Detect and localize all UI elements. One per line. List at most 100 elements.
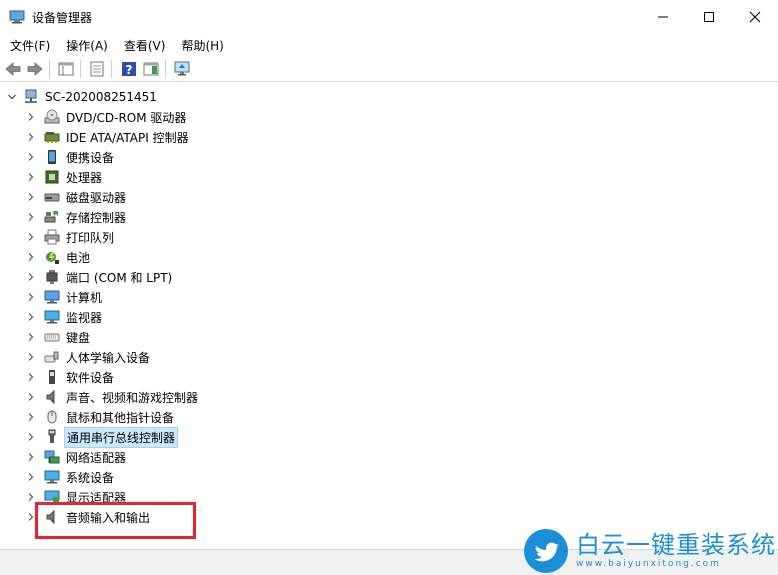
- tree-item[interactable]: DVD/CD-ROM 驱动器: [26, 107, 188, 127]
- tree-item[interactable]: 键盘: [26, 327, 92, 347]
- expand-chevron-icon[interactable]: [26, 292, 36, 302]
- computer-icon: [44, 289, 60, 305]
- tree-item[interactable]: 人体学输入设备: [26, 347, 152, 367]
- expand-chevron-icon[interactable]: [26, 212, 36, 222]
- expand-chevron-icon[interactable]: [26, 392, 36, 402]
- tree-item-label: 声音、视频和游戏控制器: [66, 390, 199, 405]
- tree-item[interactable]: 磁盘驱动器: [26, 187, 128, 207]
- tree-root-label: SC-202008251451: [45, 90, 157, 104]
- tree-root[interactable]: SC-202008251451: [7, 87, 159, 107]
- expand-chevron-icon[interactable]: [26, 132, 36, 142]
- scan-hardware-button[interactable]: [173, 60, 191, 78]
- tree-item[interactable]: 打印队列: [26, 227, 116, 247]
- toolbar-separator: [165, 60, 166, 78]
- properties-icon: [90, 61, 104, 77]
- tree-item[interactable]: 计算机: [26, 287, 104, 307]
- tree-item[interactable]: IDE ATA/ATAPI 控制器: [26, 127, 191, 147]
- menu-help[interactable]: 帮助(H): [173, 34, 231, 55]
- device-tree[interactable]: SC-202008251451 DVD/CD-ROM 驱动器 IDE ATA/AT…: [2, 84, 776, 548]
- tree-item[interactable]: 系统设备: [26, 467, 116, 487]
- tree-item[interactable]: 通用串行总线控制器: [26, 426, 179, 448]
- expand-chevron-icon[interactable]: [26, 412, 36, 422]
- menu-file[interactable]: 文件(F): [2, 34, 58, 55]
- expand-chevron-icon[interactable]: [26, 332, 36, 342]
- expand-chevron-icon[interactable]: [26, 172, 36, 182]
- bird-logo-icon: [524, 528, 568, 573]
- battery-icon: [44, 249, 60, 265]
- menu-action[interactable]: 操作(A): [58, 34, 116, 55]
- expand-chevron-icon[interactable]: [26, 352, 36, 362]
- show-hide-tree-button[interactable]: [57, 60, 75, 78]
- display-adapter-icon: [44, 489, 60, 505]
- tree-item[interactable]: 监视器: [26, 307, 104, 327]
- expand-chevron-icon[interactable]: [26, 432, 36, 442]
- toolbar-separator: [80, 60, 81, 78]
- tree-item[interactable]: 网络适配器: [26, 447, 128, 467]
- window-title: 设备管理器: [32, 11, 93, 25]
- close-button[interactable]: [732, 0, 778, 33]
- expand-chevron-icon[interactable]: [26, 252, 36, 262]
- dvd-drive-icon: [44, 109, 60, 125]
- tree-item[interactable]: 端口 (COM 和 LPT): [26, 267, 174, 287]
- expand-chevron-icon[interactable]: [26, 492, 36, 502]
- printer-icon: [44, 229, 60, 245]
- sound-icon: [44, 389, 60, 405]
- tree-item[interactable]: 音频输入和输出: [26, 507, 152, 527]
- expand-chevron-icon[interactable]: [26, 152, 36, 162]
- properties-button[interactable]: [88, 60, 106, 78]
- tree-item-label: 鼠标和其他指针设备: [66, 410, 175, 425]
- title-bar[interactable]: 设备管理器: [0, 0, 778, 33]
- network-adapter-icon: [44, 449, 60, 465]
- expand-chevron-icon[interactable]: [26, 232, 36, 242]
- usb-icon: [44, 429, 60, 445]
- tree-item-label: 系统设备: [66, 470, 115, 485]
- watermark-url: www.baiyunxitong.com: [576, 558, 721, 569]
- expand-chevron-icon[interactable]: [26, 512, 36, 522]
- toolbar-separator: [49, 60, 50, 78]
- watermark-logo: 白云一键重装系统 www.baiyunxitong.com: [522, 526, 778, 575]
- tree-item-label: 显示适配器: [66, 490, 127, 505]
- tree-item-label: 计算机: [66, 290, 103, 305]
- expand-chevron-icon[interactable]: [26, 312, 36, 322]
- collapse-chevron-icon[interactable]: [7, 92, 17, 102]
- tree-item-label: 人体学输入设备: [66, 350, 151, 365]
- tree-item[interactable]: 电池: [26, 247, 92, 267]
- tree-item-label: 监视器: [66, 310, 103, 325]
- tree-item-label: 便携设备: [66, 150, 115, 165]
- menu-view[interactable]: 查看(V): [116, 34, 174, 55]
- expand-chevron-icon[interactable]: [26, 472, 36, 482]
- help-button[interactable]: ?: [120, 60, 138, 78]
- forward-button[interactable]: [26, 60, 44, 78]
- tree-item-label: 打印队列: [66, 230, 115, 245]
- close-icon: [749, 11, 761, 22]
- maximize-button[interactable]: [686, 0, 732, 33]
- computer-network-icon: [23, 89, 39, 105]
- expand-chevron-icon[interactable]: [26, 112, 36, 122]
- watermark-brand: 白云一键重装系统: [576, 530, 776, 559]
- ide-controller-icon: [44, 129, 60, 145]
- system-device-icon: [44, 469, 60, 485]
- tree-item-label: DVD/CD-ROM 驱动器: [66, 110, 187, 125]
- tree-item[interactable]: 软件设备: [26, 367, 116, 387]
- tree-item[interactable]: 存储控制器: [26, 207, 128, 227]
- tree-item[interactable]: 处理器: [26, 167, 104, 187]
- expand-chevron-icon[interactable]: [26, 192, 36, 202]
- expand-chevron-icon[interactable]: [26, 372, 36, 382]
- minimize-button[interactable]: [640, 0, 686, 33]
- tree-item[interactable]: 声音、视频和游戏控制器: [26, 387, 200, 407]
- action-pane-icon: [143, 62, 159, 76]
- expand-chevron-icon[interactable]: [26, 272, 36, 282]
- action-pane-button[interactable]: [142, 60, 160, 78]
- hid-icon: [44, 349, 60, 365]
- tree-item-label: 网络适配器: [66, 450, 127, 465]
- back-button[interactable]: [4, 60, 22, 78]
- expand-chevron-icon[interactable]: [26, 452, 36, 462]
- disk-drive-icon: [44, 189, 60, 205]
- tree-item-label: 音频输入和输出: [66, 510, 151, 525]
- tree-item-label: 软件设备: [66, 370, 115, 385]
- audio-io-icon: [44, 509, 60, 525]
- tree-item[interactable]: 鼠标和其他指针设备: [26, 407, 176, 427]
- tree-item[interactable]: 显示适配器: [26, 487, 128, 507]
- toolbar-separator: [111, 60, 112, 78]
- tree-item[interactable]: 便携设备: [26, 147, 116, 167]
